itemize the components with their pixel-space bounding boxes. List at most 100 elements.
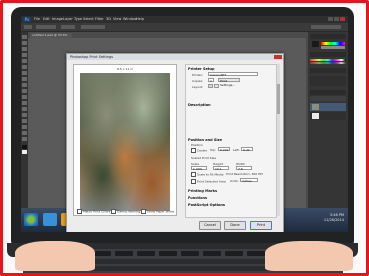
landscape-layout-button[interactable] <box>214 84 219 88</box>
print-button[interactable]: Print <box>250 221 272 230</box>
position-size-heading[interactable]: Position and Size <box>188 138 222 142</box>
dodge-tool-icon[interactable] <box>22 101 27 105</box>
photoshop-logo-icon: Ps <box>23 17 31 22</box>
healing-tool-icon[interactable] <box>22 71 27 75</box>
stamp-tool-icon[interactable] <box>22 83 27 87</box>
top-input[interactable]: 0.222 <box>218 147 230 152</box>
explorer-icon[interactable] <box>43 213 57 226</box>
left-input[interactable]: 0.42 <box>241 147 253 152</box>
workspace-switcher[interactable] <box>311 25 341 29</box>
height-input[interactable]: 10.1 <box>213 166 229 171</box>
menu-layer[interactable]: Layer <box>63 17 73 22</box>
swatches-row[interactable] <box>310 62 346 64</box>
print-settings-button[interactable]: Print Settings... <box>218 78 240 87</box>
right-panels <box>308 32 348 208</box>
adjustments-icons[interactable] <box>310 76 346 86</box>
print-selected-area-checkbox[interactable]: Print Selected Area <box>191 179 226 184</box>
quick-select-tool-icon[interactable] <box>22 53 27 57</box>
pen-tool-icon[interactable] <box>22 107 27 111</box>
keyboard-key <box>225 251 243 256</box>
center-checkbox[interactable]: Center <box>191 148 207 153</box>
layer-thumbnail <box>312 113 319 119</box>
scaled-print-size-label: Scaled Print Size <box>191 156 216 160</box>
copies-input[interactable]: 1 <box>208 78 214 83</box>
type-tool-icon[interactable] <box>22 113 27 117</box>
menu-window[interactable]: Window <box>123 17 137 22</box>
menu-type[interactable]: Type <box>74 17 82 22</box>
hand-tool-icon[interactable] <box>22 131 27 135</box>
tool-preset-picker[interactable] <box>24 25 32 29</box>
cancel-button[interactable]: Cancel <box>199 221 221 230</box>
move-tool-icon[interactable] <box>22 35 27 39</box>
option-control[interactable] <box>61 25 75 29</box>
windows-start-icon[interactable] <box>24 213 38 226</box>
keyboard-key <box>247 251 265 256</box>
menu-image[interactable]: Image <box>52 17 63 22</box>
printing-marks-heading[interactable]: Printing Marks <box>188 189 217 193</box>
close-icon[interactable] <box>274 55 282 59</box>
shape-tool-icon[interactable] <box>22 125 27 129</box>
color-spectrum[interactable] <box>321 42 345 45</box>
position-label: Position <box>191 143 203 147</box>
laptop-screen: Ps File Edit Image Layer Type Select Fil… <box>21 16 348 232</box>
printer-select[interactable]: Canon PRT <box>208 72 258 77</box>
menu-bar: Ps File Edit Image Layer Type Select Fil… <box>21 16 348 23</box>
description-heading[interactable]: Description <box>188 103 211 107</box>
menu-3d[interactable]: 3D <box>106 17 111 22</box>
tools-panel <box>21 32 28 208</box>
postscript-options-heading[interactable]: PostScript Options <box>188 203 225 207</box>
menu-select[interactable]: Select <box>83 17 94 22</box>
menu-edit[interactable]: Edit <box>43 17 50 22</box>
match-colors-checkbox[interactable]: Match Print Colors <box>77 209 110 214</box>
option-control[interactable] <box>81 25 105 29</box>
maximize-icon[interactable] <box>334 17 339 21</box>
gamut-warning-checkbox[interactable]: Gamut Warning <box>111 209 140 214</box>
eraser-tool-icon[interactable] <box>22 89 27 93</box>
eyedropper-tool-icon[interactable] <box>22 65 27 69</box>
scrollbar-thumb[interactable] <box>277 84 280 114</box>
paper-white-checkbox[interactable]: Show Paper White <box>141 209 174 214</box>
layout-label: Layout: <box>192 85 204 89</box>
checkbox-label: Gamut Warning <box>117 209 141 214</box>
units-select[interactable]: inches <box>240 178 258 183</box>
minimize-icon[interactable] <box>328 17 333 21</box>
taskbar-clock[interactable]: 3:46 PM 11/26/2014 <box>324 213 344 223</box>
portrait-layout-button[interactable] <box>208 84 213 88</box>
color-picker-box[interactable] <box>312 41 319 47</box>
printer-label: Printer: <box>192 73 203 77</box>
center-label: Center <box>197 148 208 153</box>
settings-scrollbar[interactable] <box>277 64 280 216</box>
width-input[interactable]: 7.6 <box>236 166 252 171</box>
swatches-panel-tabs[interactable] <box>310 52 346 57</box>
menu-view[interactable]: View <box>113 17 121 22</box>
dialog-title: Photoshop Print Settings <box>67 54 283 60</box>
close-icon[interactable] <box>340 17 345 21</box>
keyboard-key <box>115 251 133 256</box>
color-slider[interactable] <box>321 46 345 49</box>
done-button[interactable]: Done <box>224 221 246 230</box>
keyboard-key <box>93 251 111 256</box>
foreground-color-swatch[interactable] <box>22 145 27 149</box>
menu-file[interactable]: File <box>34 17 40 22</box>
functions-heading[interactable]: Functions <box>188 196 207 200</box>
scale-to-fit-checkbox[interactable]: Scale to Fit Media <box>191 172 223 177</box>
option-control[interactable] <box>36 25 56 29</box>
gradient-tool-icon[interactable] <box>22 95 27 99</box>
menu-filter[interactable]: Filter <box>95 17 104 22</box>
keyboard-key <box>137 251 155 256</box>
brush-tool-icon[interactable] <box>22 77 27 81</box>
marquee-tool-icon[interactable] <box>22 41 27 45</box>
layers-panel-tabs[interactable] <box>310 90 346 95</box>
path-select-tool-icon[interactable] <box>22 119 27 123</box>
crop-tool-icon[interactable] <box>22 59 27 63</box>
adjustments-panel-tabs[interactable] <box>310 68 346 73</box>
menu-help[interactable]: Help <box>136 17 144 22</box>
background-color-swatch[interactable] <box>22 150 27 154</box>
zoom-tool-icon[interactable] <box>22 137 27 141</box>
swatches-row[interactable] <box>310 59 346 61</box>
color-panel-tabs[interactable] <box>310 34 346 39</box>
layers-filter-row[interactable] <box>310 96 346 101</box>
lasso-tool-icon[interactable] <box>22 47 27 51</box>
print-preview: 8.5 x 11 in <box>73 64 177 216</box>
scale-input[interactable]: 1.00% <box>191 166 207 171</box>
